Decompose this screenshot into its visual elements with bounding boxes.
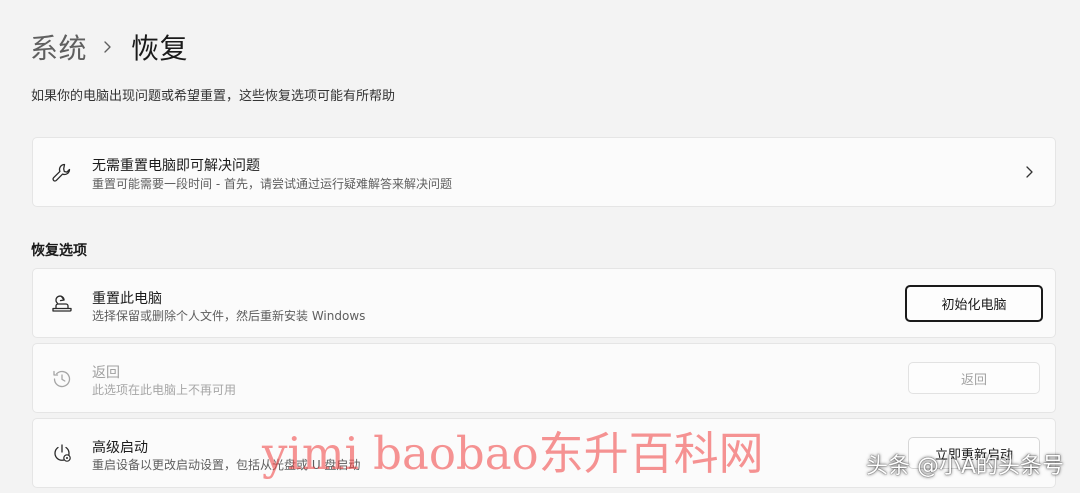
reset-pc-button[interactable]: 初始化电脑 — [905, 285, 1043, 322]
advanced-startup-title: 高级启动 — [92, 440, 148, 456]
chevron-right-icon — [104, 41, 111, 53]
breadcrumb: 系统 恢复 — [30, 28, 188, 66]
wrench-icon — [52, 163, 71, 182]
restart-now-button[interactable]: 立即重新启动 — [908, 437, 1040, 469]
section-title-recovery-options: 恢复选项 — [31, 243, 87, 259]
go-back-card: 返回 此选项在此电脑上不再可用 返回 — [32, 343, 1056, 413]
chevron-right-icon — [1026, 166, 1033, 178]
go-back-subtitle: 此选项在此电脑上不再可用 — [92, 383, 237, 397]
history-icon — [53, 370, 71, 388]
reset-pc-title: 重置此电脑 — [92, 291, 162, 307]
troubleshoot-title: 无需重置电脑即可解决问题 — [92, 158, 260, 174]
advanced-startup-subtitle: 重启设备以更改启动设置，包括从光盘或 U 盘启动 — [92, 458, 361, 472]
page-description: 如果你的电脑出现问题或希望重置，这些恢复选项可能有所帮助 — [31, 89, 396, 104]
page-title: 恢复 — [131, 32, 189, 65]
reset-pc-card: 重置此电脑 选择保留或删除个人文件，然后重新安装 Windows 初始化电脑 — [32, 268, 1056, 338]
reset-pc-subtitle: 选择保留或删除个人文件，然后重新安装 Windows — [92, 309, 366, 323]
go-back-title: 返回 — [92, 365, 120, 381]
go-back-button: 返回 — [908, 362, 1040, 394]
troubleshoot-card[interactable]: 无需重置电脑即可解决问题 重置可能需要一段时间 - 首先，请尝试通过运行疑难解答… — [32, 137, 1056, 207]
breadcrumb-parent-system[interactable]: 系统 — [30, 27, 87, 67]
reset-pc-icon — [52, 295, 72, 312]
troubleshoot-subtitle: 重置可能需要一段时间 - 首先，请尝试通过运行疑难解答来解决问题 — [92, 177, 452, 191]
advanced-startup-card: 高级启动 重启设备以更改启动设置，包括从光盘或 U 盘启动 立即重新启动 — [32, 418, 1056, 488]
power-gear-icon — [54, 444, 71, 462]
